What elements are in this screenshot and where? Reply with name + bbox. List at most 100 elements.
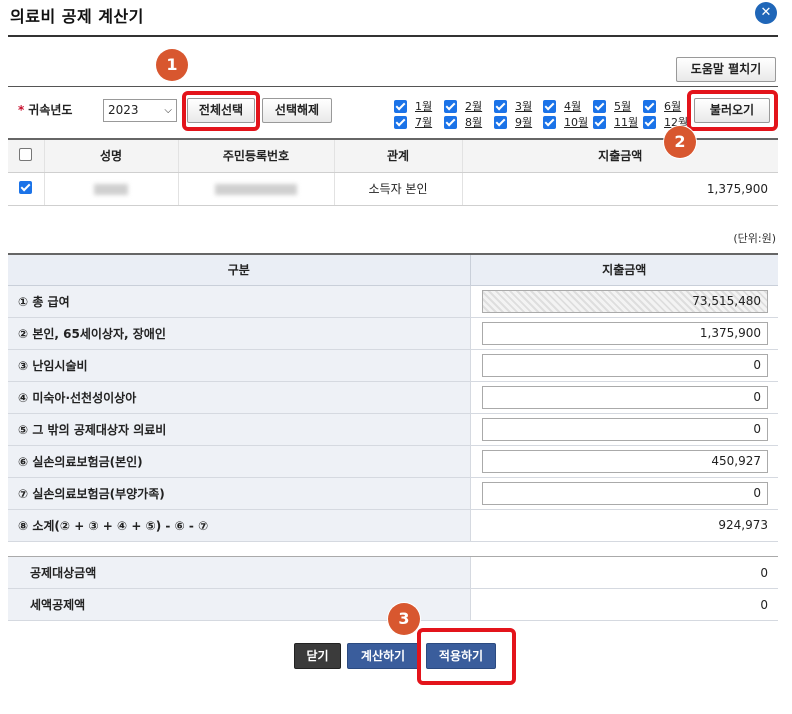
checkbox-checked-icon [643, 115, 656, 129]
table-row: 공제대상금액 0 [8, 556, 778, 589]
person-relation-cell: 소득자 본인 [333, 172, 462, 206]
month-label: 8월 [465, 116, 483, 129]
insurance-dependents-input[interactable]: 0 [482, 481, 768, 505]
month-label: 4월 [564, 100, 582, 113]
total-salary-field: 73,515,480 [482, 289, 768, 313]
table-row: ⑧ 소계(② + ③ + ④ + ⑤) - ⑥ - ⑦ 924,973 [8, 509, 778, 542]
deductible-amount-label: 공제대상금액 [8, 556, 470, 589]
table-row: ② 본인, 65세이상자, 장애인 1,375,900 [8, 317, 778, 350]
checkbox-checked-icon [593, 115, 606, 129]
row-label-total-salary: ① 총 급여 [8, 285, 470, 318]
close-button[interactable]: 닫기 [294, 643, 341, 669]
header-category: 구분 [8, 253, 470, 286]
row-label-self-elderly-disabled: ② 본인, 65세이상자, 장애인 [8, 317, 470, 350]
header-expense: 지출금액 [469, 253, 778, 286]
row-label-infertility: ③ 난임시술비 [8, 349, 470, 382]
month-checkbox-7[interactable]: 7월 [394, 115, 432, 129]
header-select-all-checkbox[interactable] [8, 138, 44, 173]
insurance-dependents-cell: 0 [469, 477, 778, 510]
row-label-insurance-self: ⑥ 실손의료보험금(본인) [8, 445, 470, 478]
header-name: 성명 [43, 138, 178, 173]
month-checkbox-10[interactable]: 10월 [543, 115, 588, 129]
premature-congenital-input[interactable]: 0 [482, 385, 768, 409]
year-select[interactable]: 2023 ⌵ [103, 99, 177, 122]
toolbar-divider [8, 86, 778, 87]
header-amount: 지출금액 [461, 138, 778, 173]
month-checkbox-9[interactable]: 9월 [494, 115, 532, 129]
month-label: 7월 [415, 116, 433, 129]
highlight-box-apply [417, 628, 516, 685]
insurance-self-input[interactable]: 450,927 [482, 449, 768, 473]
other-dependents-input[interactable]: 0 [482, 417, 768, 441]
person-name-cell [43, 172, 178, 206]
deductible-amount-value: 0 [469, 556, 778, 589]
tax-credit-value: 0 [469, 588, 778, 621]
calculate-button[interactable]: 계산하기 [347, 643, 419, 669]
table-row: ⑦ 실손의료보험금(부양가족) 0 [8, 477, 778, 510]
month-checkbox-8[interactable]: 8월 [444, 115, 482, 129]
row-label-subtotal: ⑧ 소계(② + ③ + ④ + ⑤) - ⑥ - ⑦ [8, 509, 470, 542]
self-elderly-disabled-cell: 1,375,900 [469, 317, 778, 350]
checkbox-checked-icon [444, 99, 457, 113]
step-badge-2: 2 [664, 126, 696, 158]
person-amount-cell: 1,375,900 [461, 172, 778, 206]
subtotal-value: 924,973 [469, 509, 778, 542]
month-label: 2월 [465, 100, 483, 113]
checkbox-checked-icon [593, 99, 606, 113]
self-elderly-disabled-input[interactable]: 1,375,900 [482, 321, 768, 345]
step-badge-3: 3 [388, 603, 420, 635]
redacted-id-number [215, 183, 297, 195]
month-checkbox-4[interactable]: 4월 [543, 99, 581, 113]
header-relation: 관계 [333, 138, 462, 173]
header-id-number: 주민등록번호 [177, 138, 334, 173]
infertility-cell: 0 [469, 349, 778, 382]
total-salary-cell: 73,515,480 [469, 285, 778, 318]
month-checkbox-3[interactable]: 3월 [494, 99, 532, 113]
year-label: * 귀속년도 [18, 101, 72, 118]
highlight-box-select-all [182, 91, 260, 131]
row-checkbox[interactable] [8, 172, 44, 206]
redacted-name [94, 183, 128, 195]
deselect-all-button[interactable]: 선택해제 [262, 98, 332, 123]
checkbox-checked-icon [394, 115, 407, 129]
checkbox-checked-icon [543, 115, 556, 129]
checkbox-checked-icon [643, 99, 656, 113]
month-checkbox-5[interactable]: 5월 [593, 99, 631, 113]
table-row: 소득자 본인 1,375,900 [8, 172, 778, 206]
row-label-insurance-dependents: ⑦ 실손의료보험금(부양가족) [8, 477, 470, 510]
required-marker: * [18, 103, 25, 117]
month-checkbox-2[interactable]: 2월 [444, 99, 482, 113]
table-row: ④ 미숙아·선천성이상아 0 [8, 381, 778, 414]
month-checkbox-11[interactable]: 11월 [593, 115, 638, 129]
help-toggle-button[interactable]: 도움말 펼치기 [676, 57, 776, 82]
month-label: 9월 [515, 116, 533, 129]
checkbox-checked-icon [543, 99, 556, 113]
unit-label: (단위:원) [733, 232, 776, 245]
insurance-self-cell: 450,927 [469, 445, 778, 478]
close-icon[interactable]: ✕ [755, 2, 777, 24]
row-label-other-dependents: ⑤ 그 밖의 공제대상자 의료비 [8, 413, 470, 446]
checkbox-checked-icon [494, 99, 507, 113]
month-label: 5월 [614, 100, 632, 113]
person-id-cell [177, 172, 334, 206]
infertility-input[interactable]: 0 [482, 353, 768, 377]
checkbox-checked-icon [494, 115, 507, 129]
person-table-header: 성명 주민등록번호 관계 지출금액 [8, 138, 778, 173]
table-row: ⑥ 실손의료보험금(본인) 450,927 [8, 445, 778, 478]
month-checkbox-6[interactable]: 6월 [643, 99, 681, 113]
row-label-premature-congenital: ④ 미숙아·선천성이상아 [8, 381, 470, 414]
person-table: 성명 주민등록번호 관계 지출금액 소득자 본인 1,375,900 [8, 138, 778, 206]
dialog-title: 의료비 공제 계산기 [10, 7, 144, 26]
checkbox-checked-icon [444, 115, 457, 129]
calc-table: 구분 지출금액 ① 총 급여 73,515,480 ② 본인, 65세이상자, … [8, 253, 778, 542]
checkbox-checked-icon [394, 99, 407, 113]
checkbox-checked-icon [19, 180, 33, 194]
month-checkbox-1[interactable]: 1월 [394, 99, 432, 113]
month-label: 3월 [515, 100, 533, 113]
month-label: 10월 [564, 116, 589, 129]
year-select-value: 2023 [108, 103, 139, 117]
other-dependents-cell: 0 [469, 413, 778, 446]
month-label: 11월 [614, 116, 639, 129]
year-label-text: 귀속년도 [28, 103, 73, 117]
month-label: 1월 [415, 100, 433, 113]
